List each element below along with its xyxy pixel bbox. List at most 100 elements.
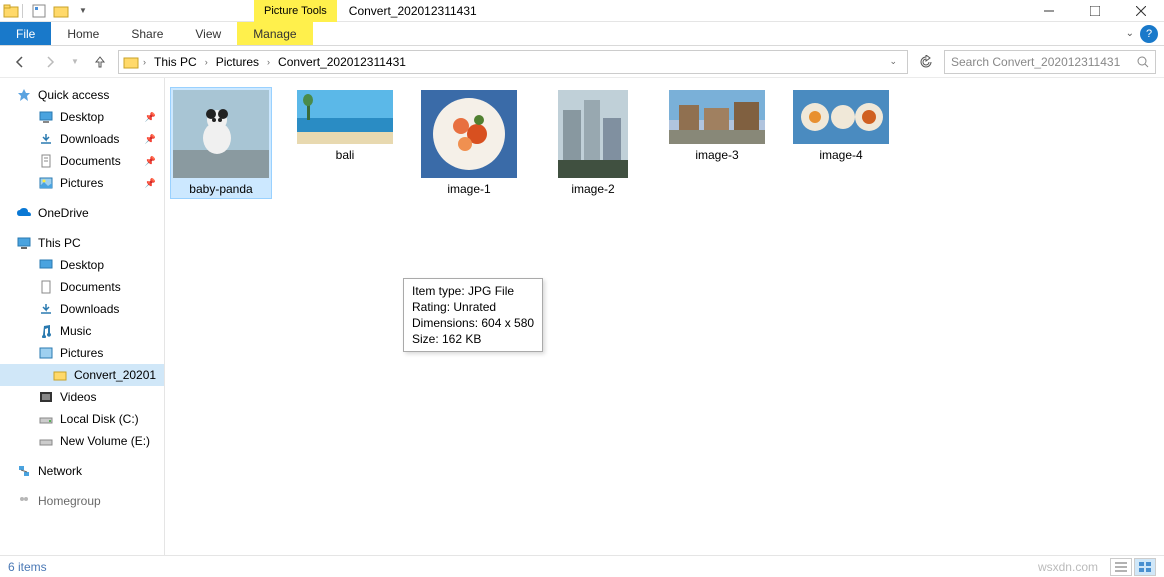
sidebar-quick-access[interactable]: Quick access (0, 84, 164, 106)
drive-icon (38, 411, 54, 427)
ribbon-tabs: File Home Share View Manage ⌄ ? (0, 22, 1164, 46)
sidebar-item-videos[interactable]: Videos (0, 386, 164, 408)
sidebar-network[interactable]: Network (0, 460, 164, 482)
file-item[interactable]: image-1 (419, 88, 519, 198)
window-title: Convert_202012311431 (337, 4, 489, 18)
tooltip-line: Size: 162 KB (412, 331, 534, 347)
breadcrumb-item[interactable]: Pictures (212, 55, 263, 69)
tooltip-line: Rating: Unrated (412, 299, 534, 315)
sidebar-item-documents[interactable]: Documents (0, 276, 164, 298)
sidebar-item-pictures[interactable]: Pictures (0, 342, 164, 364)
watermark: wsxdn.com (1038, 560, 1098, 574)
pin-icon: 📌 (145, 112, 156, 123)
pc-icon (16, 235, 32, 251)
file-list[interactable]: baby-panda bali image-1 image-2 image-3 … (165, 78, 1164, 555)
sidebar-homegroup[interactable]: Homegroup (0, 490, 164, 512)
qat-customize-icon[interactable]: ▼ (72, 0, 94, 22)
search-icon (1137, 56, 1149, 68)
sidebar-onedrive[interactable]: OneDrive (0, 202, 164, 224)
documents-icon (38, 279, 54, 295)
back-button[interactable] (8, 50, 32, 74)
address-bar[interactable]: › This PC › Pictures › Convert_202012311… (118, 50, 908, 74)
thumbnail (558, 90, 628, 178)
tooltip: Item type: JPG File Rating: Unrated Dime… (403, 278, 543, 352)
maximize-button[interactable] (1072, 0, 1118, 22)
sidebar-item-documents[interactable]: Documents📌 (0, 150, 164, 172)
file-name: bali (336, 148, 355, 162)
titlebar: ▼ Picture Tools Convert_202012311431 (0, 0, 1164, 22)
item-count: 6 items (8, 560, 47, 574)
search-placeholder: Search Convert_202012311431 (951, 55, 1137, 69)
chevron-right-icon[interactable]: › (203, 57, 210, 67)
up-button[interactable] (88, 50, 112, 74)
quick-access-toolbar: ▼ (0, 0, 94, 21)
file-name: baby-panda (189, 182, 252, 196)
tooltip-line: Dimensions: 604 x 580 (412, 315, 534, 331)
chevron-right-icon[interactable]: › (265, 57, 272, 67)
refresh-button[interactable] (914, 50, 938, 74)
file-item[interactable]: baby-panda (171, 88, 271, 198)
breadcrumb-item[interactable]: This PC (150, 55, 201, 69)
drive-icon (38, 433, 54, 449)
sidebar-item-pictures[interactable]: Pictures📌 (0, 172, 164, 194)
tab-view[interactable]: View (179, 22, 237, 45)
file-name: image-4 (819, 148, 862, 162)
thumbnail (173, 90, 269, 178)
nav-bar: ▼ › This PC › Pictures › Convert_2020123… (0, 46, 1164, 78)
desktop-icon (38, 257, 54, 273)
folder-icon[interactable] (0, 0, 22, 22)
sidebar-item-downloads[interactable]: Downloads📌 (0, 128, 164, 150)
ribbon-expand-icon[interactable]: ⌄ (1126, 28, 1134, 39)
close-button[interactable] (1118, 0, 1164, 22)
tab-manage[interactable]: Manage (237, 22, 312, 45)
sidebar-item-desktop[interactable]: Desktop📌 (0, 106, 164, 128)
pin-icon: 📌 (145, 134, 156, 145)
homegroup-icon (16, 493, 32, 509)
file-item[interactable]: image-4 (791, 88, 891, 198)
status-bar: 6 items wsxdn.com (0, 555, 1164, 577)
properties-icon[interactable] (28, 0, 50, 22)
file-item[interactable]: image-2 (543, 88, 643, 198)
search-box[interactable]: Search Convert_202012311431 (944, 50, 1156, 74)
thumbnail (669, 90, 765, 144)
thumbnail (793, 90, 889, 144)
chevron-right-icon[interactable]: › (141, 57, 148, 67)
tab-share[interactable]: Share (115, 22, 179, 45)
sidebar-this-pc[interactable]: This PC (0, 232, 164, 254)
downloads-icon (38, 301, 54, 317)
forward-button[interactable] (38, 50, 62, 74)
downloads-icon (38, 131, 54, 147)
pin-icon: 📌 (145, 178, 156, 189)
file-name: image-3 (695, 148, 738, 162)
file-item[interactable]: bali (295, 88, 395, 198)
file-name: image-2 (571, 182, 614, 196)
file-item[interactable]: image-3 (667, 88, 767, 198)
cloud-icon (16, 205, 32, 221)
tab-file[interactable]: File (0, 22, 51, 45)
tooltip-line: Item type: JPG File (412, 283, 534, 299)
desktop-icon (38, 109, 54, 125)
pictures-icon (38, 175, 54, 191)
documents-icon (38, 153, 54, 169)
thumbnail (421, 90, 517, 178)
recent-locations-button[interactable]: ▼ (68, 50, 82, 74)
sidebar-item-local-disk[interactable]: Local Disk (C:) (0, 408, 164, 430)
file-name: image-1 (447, 182, 490, 196)
address-dropdown-icon[interactable]: ⌄ (889, 56, 897, 67)
sidebar-item-downloads[interactable]: Downloads (0, 298, 164, 320)
tab-home[interactable]: Home (51, 22, 115, 45)
music-icon (38, 323, 54, 339)
star-icon (16, 87, 32, 103)
context-tab-label: Picture Tools (254, 0, 337, 22)
minimize-button[interactable] (1026, 0, 1072, 22)
sidebar-item-desktop[interactable]: Desktop (0, 254, 164, 276)
breadcrumb-item[interactable]: Convert_202012311431 (274, 55, 410, 69)
thumbnails-view-button[interactable] (1134, 558, 1156, 576)
sidebar-item-convert-folder[interactable]: Convert_20201 (0, 364, 164, 386)
pictures-icon (38, 345, 54, 361)
sidebar-item-music[interactable]: Music (0, 320, 164, 342)
details-view-button[interactable] (1110, 558, 1132, 576)
new-folder-icon[interactable] (50, 0, 72, 22)
sidebar-item-new-volume[interactable]: New Volume (E:) (0, 430, 164, 452)
help-icon[interactable]: ? (1140, 25, 1158, 43)
